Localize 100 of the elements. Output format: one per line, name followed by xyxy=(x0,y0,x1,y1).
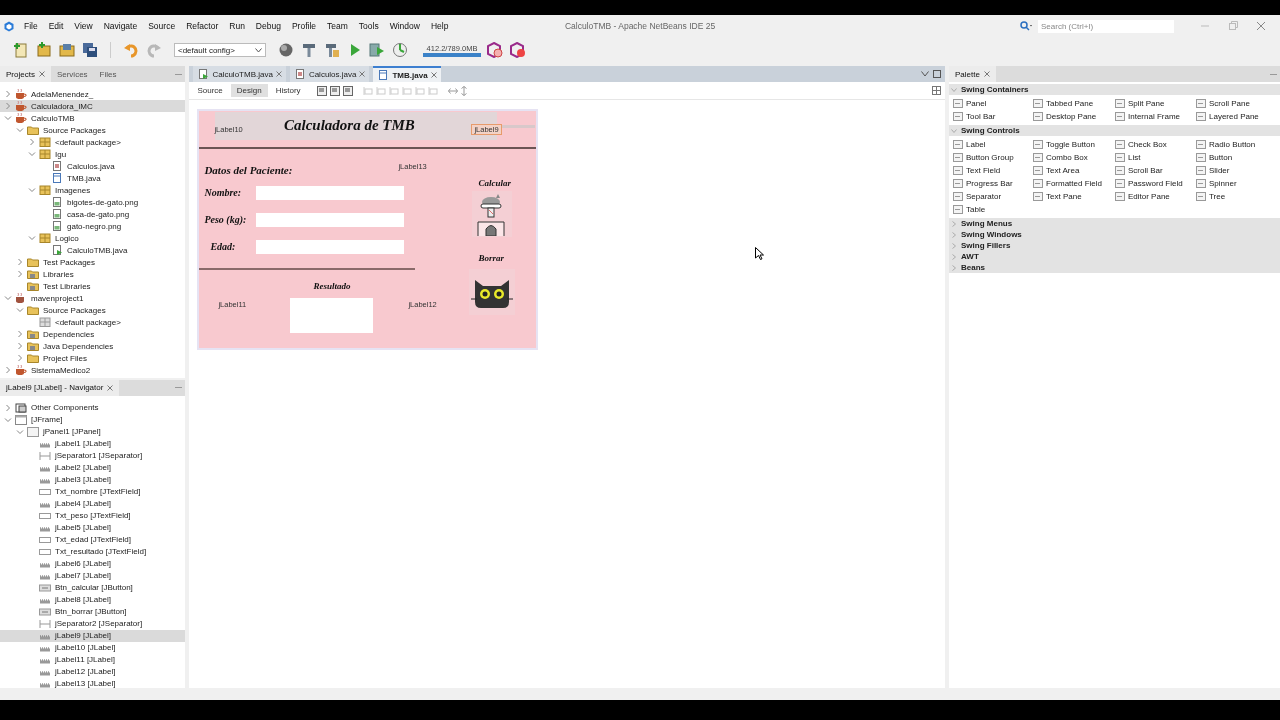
menu-item[interactable]: Source xyxy=(148,21,176,31)
palette-item[interactable]: Combo Box xyxy=(1033,151,1115,164)
palette-item[interactable]: Label xyxy=(953,138,1033,151)
component-node[interactable]: Btn_borrar [JButton] xyxy=(0,605,186,618)
expand-icon[interactable] xyxy=(28,138,36,146)
component-node[interactable]: jLabel5 [JLabel] xyxy=(0,521,186,534)
profile-icon[interactable] xyxy=(392,41,410,59)
center-icon[interactable] xyxy=(388,85,399,96)
view-tab[interactable]: History xyxy=(269,84,307,97)
expand-icon[interactable] xyxy=(16,330,24,338)
preview-icon[interactable] xyxy=(342,85,353,96)
palette-category[interactable]: Swing Fillers xyxy=(949,240,1280,251)
hammer-icon[interactable] xyxy=(300,41,318,59)
project-node[interactable]: AdelaMenendez_ xyxy=(0,88,186,100)
component-node[interactable]: Txt_nombre [JTextField] xyxy=(0,485,186,498)
view-tab[interactable]: Design xyxy=(230,84,268,97)
expand-icon[interactable] xyxy=(951,264,957,271)
dropdown-icon[interactable] xyxy=(921,71,929,77)
menu-item[interactable]: File xyxy=(24,21,38,31)
palette-item[interactable]: Separator xyxy=(953,190,1033,203)
close-icon[interactable] xyxy=(359,71,366,77)
project-node[interactable]: Calculadora_IMC xyxy=(0,100,186,112)
component-node[interactable]: jLabel12 [JLabel] xyxy=(0,665,186,678)
save-all-icon[interactable] xyxy=(81,41,99,59)
project-node[interactable]: CalculoTMB xyxy=(0,112,186,124)
collapse-icon[interactable] xyxy=(4,114,12,122)
align-right-icon[interactable] xyxy=(375,85,386,96)
project-node[interactable]: Calculos.java xyxy=(0,160,186,172)
collapse-icon[interactable] xyxy=(16,427,24,436)
palette-item[interactable]: Editor Pane xyxy=(1115,190,1196,203)
collapse-icon[interactable] xyxy=(16,126,24,134)
component-node[interactable]: Other Components xyxy=(0,401,186,414)
close-icon[interactable] xyxy=(1256,21,1266,31)
component-node[interactable]: jSeparator1 [JSeparator] xyxy=(0,449,186,462)
palette-item[interactable]: Formatted Field xyxy=(1033,177,1115,190)
menu-item[interactable]: Help xyxy=(430,21,449,31)
expand-icon[interactable] xyxy=(4,90,12,98)
component-node[interactable]: Txt_edad [JTextField] xyxy=(0,533,186,546)
text-field[interactable] xyxy=(256,186,405,200)
connection-mode-icon[interactable] xyxy=(329,85,340,96)
panel-tab[interactable]: Projects xyxy=(0,66,51,82)
project-node[interactable]: Libraries xyxy=(0,268,186,280)
project-node[interactable]: Test Packages xyxy=(0,256,186,268)
project-node[interactable]: gato-negro.png xyxy=(0,220,186,232)
expand-icon[interactable] xyxy=(16,258,24,266)
palette-item[interactable]: Text Pane xyxy=(1033,190,1115,203)
component-node[interactable]: Btn_calcular [JButton] xyxy=(0,581,186,594)
palette-item[interactable]: Scroll Bar xyxy=(1115,164,1196,177)
palette-item[interactable]: Internal Frame xyxy=(1115,110,1196,123)
palette-category[interactable]: AWT xyxy=(949,251,1280,262)
palette-category[interactable]: Beans xyxy=(949,262,1280,273)
project-node[interactable]: TMB.java xyxy=(0,172,186,184)
open-folder-icon[interactable] xyxy=(58,41,76,59)
palette-item[interactable]: Panel xyxy=(953,97,1033,110)
component-node[interactable]: jLabel3 [JLabel] xyxy=(0,473,186,486)
menu-item[interactable]: Debug xyxy=(255,21,281,31)
expand-icon[interactable] xyxy=(4,366,12,374)
project-node[interactable]: mavenproject1 xyxy=(0,292,186,304)
project-node[interactable]: Test Libraries xyxy=(0,280,186,292)
palette-item[interactable]: Radio Button xyxy=(1196,138,1276,151)
close-icon[interactable] xyxy=(983,71,990,77)
menu-item[interactable]: Run xyxy=(229,21,245,31)
palette-item[interactable]: Desktop Pane xyxy=(1033,110,1115,123)
palette-item[interactable]: List xyxy=(1115,151,1196,164)
editor-tab[interactable]: TMB.java xyxy=(373,66,441,82)
menu-item[interactable]: Navigate xyxy=(103,21,138,31)
expand-icon[interactable] xyxy=(951,253,957,260)
expand-icon[interactable] xyxy=(16,354,24,362)
palette-item[interactable]: Split Pane xyxy=(1115,97,1196,110)
expand-icon[interactable] xyxy=(16,270,24,278)
grid-icon[interactable] xyxy=(932,86,941,95)
component-node[interactable]: jLabel4 [JLabel] xyxy=(0,497,186,510)
component-node[interactable]: jPanel1 [JPanel] xyxy=(0,425,186,438)
globe-icon[interactable] xyxy=(277,41,295,59)
collapse-icon[interactable] xyxy=(28,150,36,158)
expand-icon[interactable] xyxy=(951,220,957,227)
project-node[interactable]: Dependencies xyxy=(0,328,186,340)
component-node[interactable]: jSeparator2 [JSeparator] xyxy=(0,617,186,630)
collapse-icon[interactable] xyxy=(951,127,957,134)
undo-icon[interactable] xyxy=(122,41,140,59)
palette-item[interactable]: Password Field xyxy=(1115,177,1196,190)
component-node[interactable]: jLabel9 [JLabel] xyxy=(0,629,186,642)
close-icon[interactable] xyxy=(38,71,45,77)
menu-item[interactable]: Refactor xyxy=(186,21,219,31)
palette-item[interactable]: Check Box xyxy=(1115,138,1196,151)
palette-item[interactable]: Text Area xyxy=(1033,164,1115,177)
vertical-resize-icon[interactable] xyxy=(460,85,467,96)
text-field[interactable] xyxy=(256,240,405,254)
menu-item[interactable]: Edit xyxy=(48,21,64,31)
horizontal-resize-icon[interactable] xyxy=(447,86,458,95)
expand-icon[interactable] xyxy=(4,403,12,412)
center-vertical-icon[interactable] xyxy=(427,85,438,96)
component-node[interactable]: Txt_resultado [JTextField] xyxy=(0,545,186,558)
image-button[interactable] xyxy=(469,269,516,315)
new-file-icon[interactable] xyxy=(12,41,30,59)
palette-item[interactable]: Button Group xyxy=(953,151,1033,164)
menu-item[interactable]: Team xyxy=(327,21,348,31)
component-node[interactable]: jLabel1 [JLabel] xyxy=(0,437,186,450)
palette-item[interactable]: Tree xyxy=(1196,190,1276,203)
project-node[interactable]: <default package> xyxy=(0,316,186,328)
